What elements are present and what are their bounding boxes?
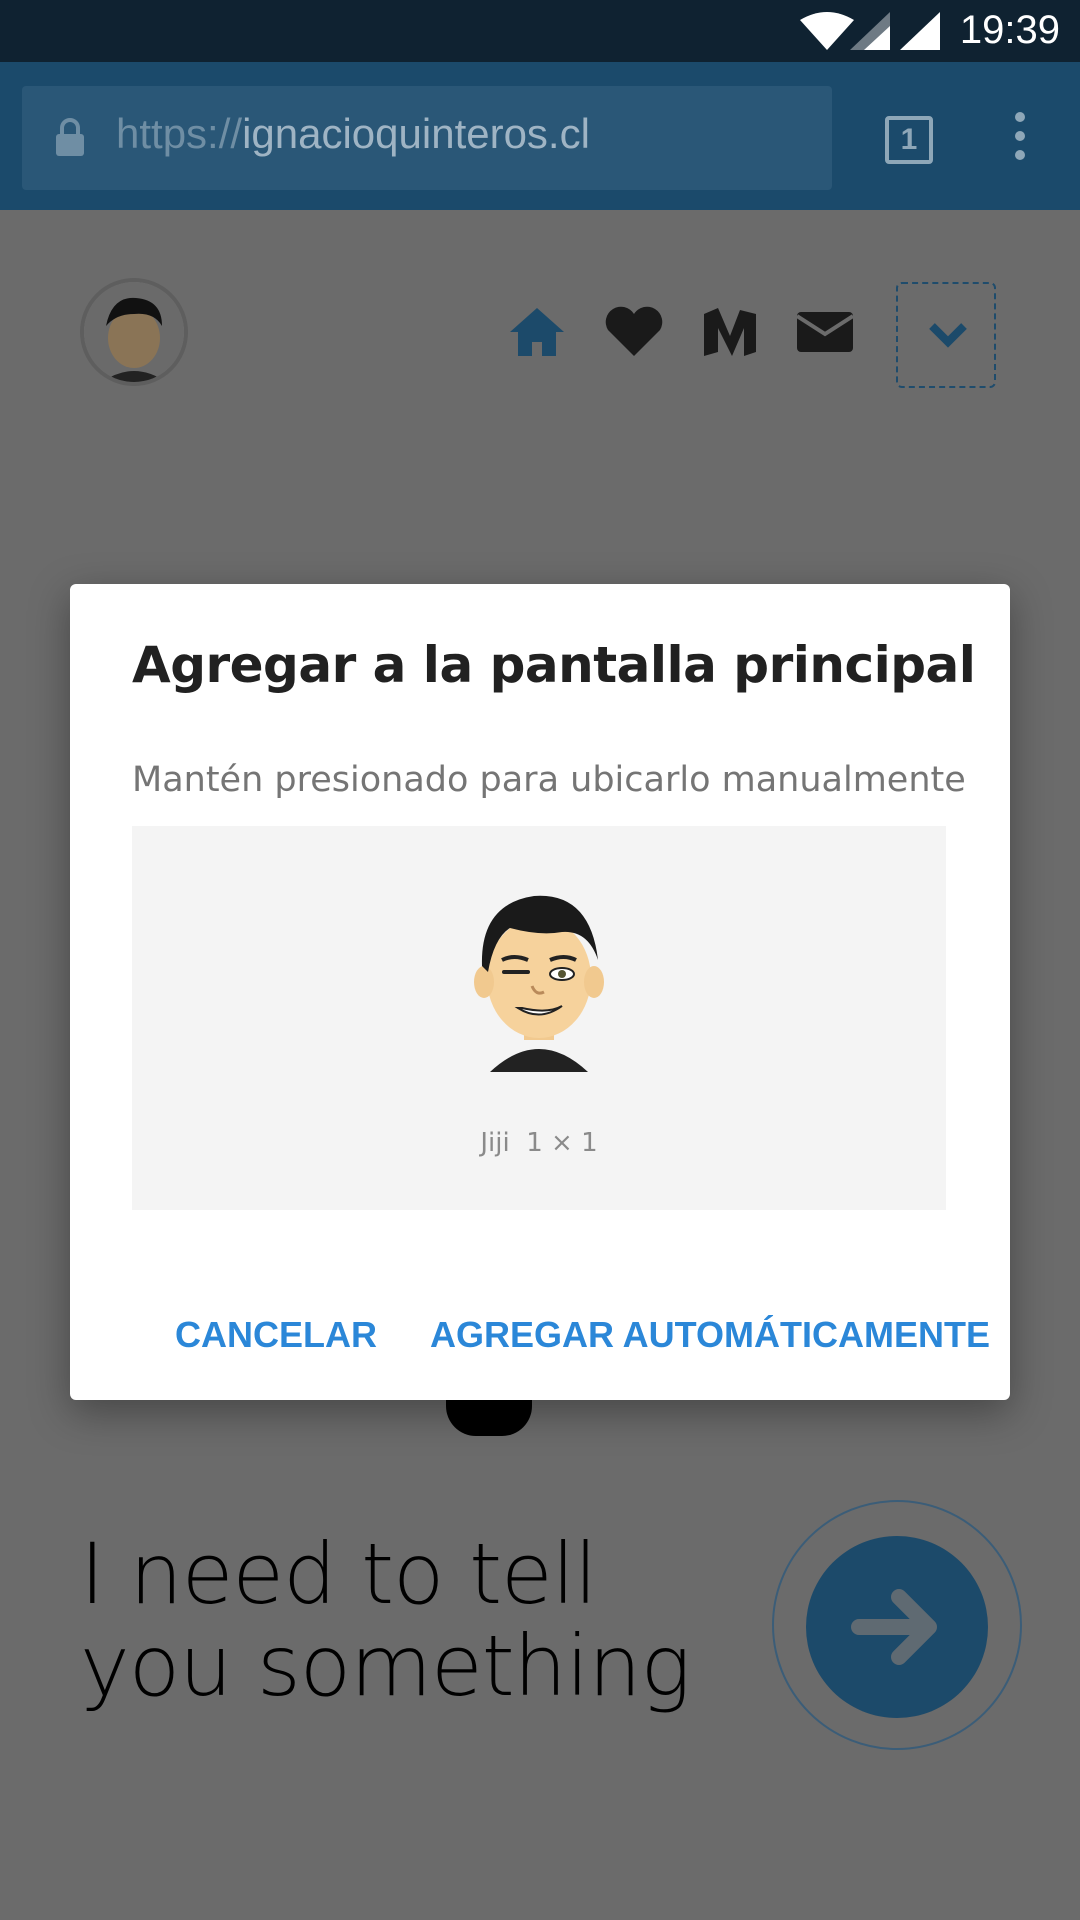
status-bar: 19:39 (0, 0, 1080, 62)
clock: 19:39 (959, 8, 1060, 52)
wifi-icon (800, 12, 854, 50)
cancel-button[interactable]: CANCELAR (175, 1314, 377, 1356)
site-avatar[interactable] (80, 278, 188, 386)
cell-signal-icon (850, 12, 890, 50)
url-scheme: https:// (116, 110, 243, 157)
add-automatically-button[interactable]: AGREGAR AUTOMÁTICAMENTE (430, 1314, 990, 1356)
app-name: Jiji (480, 1128, 510, 1158)
url-bar[interactable]: https://ignacioquinteros.cl (22, 86, 832, 190)
shortcut-preview[interactable]: Jiji 1 × 1 (132, 826, 946, 1210)
lock-icon (56, 118, 84, 156)
url-host: ignacioquinteros.cl (242, 110, 590, 157)
app-label: Jiji 1 × 1 (132, 1128, 946, 1158)
heart-icon[interactable] (604, 306, 664, 358)
dialog-hint: Mantén presionado para ubicarlo manualme… (132, 760, 966, 800)
envelope-icon[interactable] (796, 306, 854, 354)
add-to-homescreen-dialog: Agregar a la pantalla principal Mantén p… (70, 584, 1010, 1400)
app-avatar-icon[interactable] (470, 886, 608, 1072)
medium-icon[interactable] (702, 306, 758, 358)
arrow-right-icon (851, 1589, 937, 1665)
overflow-menu-icon[interactable] (1008, 112, 1032, 160)
app-size: 1 × 1 (526, 1128, 598, 1158)
page-headline: I need to tell you something (80, 1525, 691, 1715)
url-text: https://ignacioquinteros.cl (116, 110, 590, 158)
chevron-down-icon (929, 323, 967, 348)
home-icon[interactable] (508, 306, 566, 358)
next-arrow-button[interactable] (806, 1536, 988, 1718)
dialog-title: Agregar a la pantalla principal (132, 636, 976, 694)
tab-switcher-button[interactable]: 1 (885, 116, 933, 164)
menu-toggle-button[interactable] (896, 282, 996, 388)
cell-signal-icon-2 (900, 12, 940, 50)
